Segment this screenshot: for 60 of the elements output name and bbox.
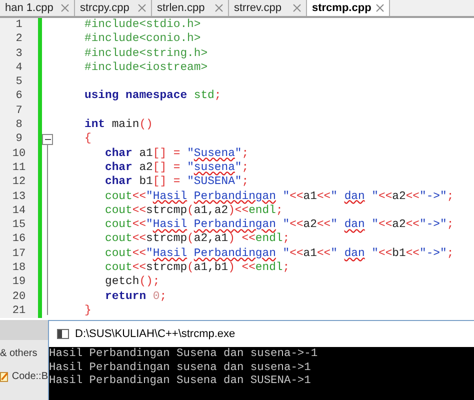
code-line: return 0; — [104, 290, 167, 304]
line-number: 10 — [12, 148, 26, 160]
line-number: 19 — [12, 276, 26, 288]
line-number: 6 — [16, 90, 22, 102]
code-line: } — [84, 304, 92, 318]
console-output-line: Hasil Perbandingan susena dan susena->1 — [49, 362, 312, 374]
line-number: 9 — [16, 133, 22, 146]
line-number: 15 — [12, 219, 26, 232]
code-line: cout<<strcmp(a2,a1) <<endl; — [104, 232, 290, 247]
file-tab[interactable]: strrev.cpp — [229, 0, 307, 16]
close-icon[interactable] — [215, 4, 223, 12]
line-number: 3 — [16, 48, 22, 60]
code-line: using namespace std; — [84, 89, 222, 104]
line-number: 8 — [16, 119, 22, 132]
code-line: #include<string.h> — [84, 46, 208, 61]
close-icon[interactable] — [376, 4, 384, 12]
panel-tab[interactable]: & others — [0, 346, 48, 361]
file-tab[interactable]: strcmp.cpp — [307, 0, 390, 16]
line-number: 11 — [12, 162, 26, 174]
code-line: #include<stdio.h> — [84, 18, 201, 32]
code-line: cout<<"Hasil Perbandingan "<<a1<<" dan "<<a2<<"->"; — [104, 190, 454, 204]
file-tab[interactable]: han 1.cpp — [0, 0, 75, 16]
line-number: 4 — [16, 62, 22, 74]
line-number: 21 — [12, 304, 26, 317]
file-tab[interactable]: strlen.cpp — [152, 0, 229, 16]
line-number: 18 — [12, 262, 26, 274]
code-line: cout<<"Hasil Perbandingan "<<a2<<" dan "<<a2<<"->"; — [104, 218, 454, 232]
line-number: 5 — [16, 76, 22, 88]
close-icon[interactable] — [138, 4, 146, 12]
code-line: char b1[] = "SUSENA"; — [104, 175, 249, 190]
line-number: 20 — [12, 290, 26, 303]
console-output-line: Hasil Perbandingan Susena dan SUSENA->1 — [49, 375, 312, 388]
line-number: 14 — [12, 204, 26, 217]
close-icon[interactable] — [61, 4, 69, 12]
panel-header — [0, 320, 48, 340]
fold-toggle[interactable] — [42, 134, 53, 146]
code-line: char a2[] = "susena"; — [104, 160, 249, 176]
code-line: int main() — [84, 118, 153, 132]
console-output-line: Hasil Perbandingan Susena dan susena->-1 — [49, 348, 319, 362]
code-line: cout<<strcmp(a1,b1) <<endl; — [104, 261, 290, 276]
line-number: 2 — [16, 33, 22, 46]
code-line: getch(); — [104, 275, 160, 290]
code-line: cout<<strcmp(a1,a2)<<endl; — [104, 204, 283, 218]
line-number: 1 — [16, 19, 22, 31]
code-line: cout<<"Hasil Perbandingan "<<a1<<" dan "<<b1<<"->"; — [104, 246, 454, 262]
line-number: 13 — [12, 190, 26, 203]
taskbar-item[interactable]: Code::B — [12, 369, 48, 384]
code-line: #include<conio.h> — [84, 32, 201, 47]
file-tab[interactable]: strcpy.cpp — [75, 0, 152, 16]
code-line: char a1[] = "Susena"; — [104, 146, 249, 161]
window-title: D:\SUS\KULIAH\C++\strcmp.exe — [75, 326, 236, 342]
line-number: 17 — [12, 248, 26, 260]
pencil-note-icon — [0, 370, 9, 382]
line-number: 16 — [12, 233, 26, 246]
line-number: 12 — [12, 176, 26, 188]
code-line: { — [84, 132, 92, 147]
close-icon[interactable] — [293, 4, 301, 12]
code-line: #include<iostream> — [84, 60, 208, 76]
line-number: 7 — [16, 104, 22, 117]
console-icon — [57, 329, 69, 339]
